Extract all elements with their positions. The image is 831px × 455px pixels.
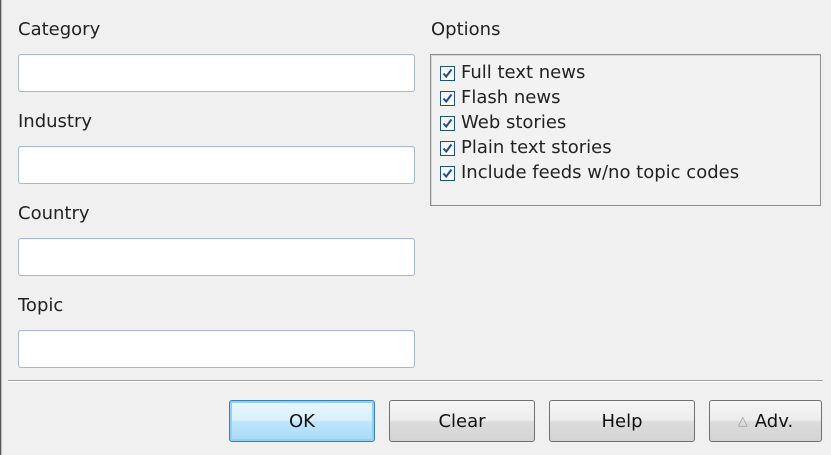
options-label: Options: [431, 19, 501, 40]
option-web-stories[interactable]: Web stories: [440, 111, 566, 135]
option-flash-news[interactable]: Flash news: [440, 86, 560, 110]
ok-button[interactable]: OK: [229, 400, 375, 442]
flash-news-checkbox[interactable]: [440, 90, 455, 106]
option-label: Flash news: [461, 87, 561, 108]
option-plain-text-stories[interactable]: Plain text stories: [440, 136, 612, 160]
topic-label: Topic: [18, 295, 64, 316]
plain-text-stories-checkbox[interactable]: [440, 140, 455, 156]
topic-field[interactable]: [18, 330, 415, 368]
option-label: Include feeds w/no topic codes: [461, 162, 740, 183]
country-label: Country: [18, 203, 90, 224]
help-button[interactable]: Help: [549, 400, 695, 442]
industry-field[interactable]: [18, 146, 415, 184]
options-list: Full text news Flash news Web stories Pl…: [430, 54, 821, 206]
triangle-up-icon: △: [737, 413, 748, 429]
clear-button[interactable]: Clear: [389, 400, 535, 442]
adv-button[interactable]: △ Adv.: [709, 400, 822, 442]
checkmark-icon: [442, 143, 453, 153]
category-field[interactable]: [18, 54, 415, 92]
web-stories-checkbox[interactable]: [440, 115, 455, 131]
help-button-label: Help: [601, 410, 643, 432]
include-feeds-checkbox[interactable]: [440, 165, 455, 181]
clear-button-label: Clear: [438, 410, 486, 432]
adv-button-label: Adv.: [754, 410, 794, 432]
option-label: Web stories: [461, 112, 567, 133]
full-text-news-checkbox[interactable]: [440, 65, 455, 81]
category-label: Category: [18, 19, 101, 40]
checkmark-icon: [442, 68, 453, 78]
filter-dialog: Category Industry Country Topic Options …: [0, 0, 831, 455]
divider: [8, 380, 823, 382]
industry-label: Industry: [18, 111, 93, 132]
option-label: Full text news: [461, 62, 586, 83]
option-label: Plain text stories: [461, 137, 612, 158]
checkmark-icon: [442, 93, 453, 103]
option-include-feeds-no-topic-codes[interactable]: Include feeds w/no topic codes: [440, 161, 739, 185]
checkmark-icon: [442, 118, 453, 128]
option-full-text-news[interactable]: Full text news: [440, 61, 585, 85]
country-field[interactable]: [18, 238, 415, 276]
window-left-border: [0, 0, 5, 455]
ok-button-label: OK: [289, 410, 315, 432]
checkmark-icon: [442, 168, 453, 178]
